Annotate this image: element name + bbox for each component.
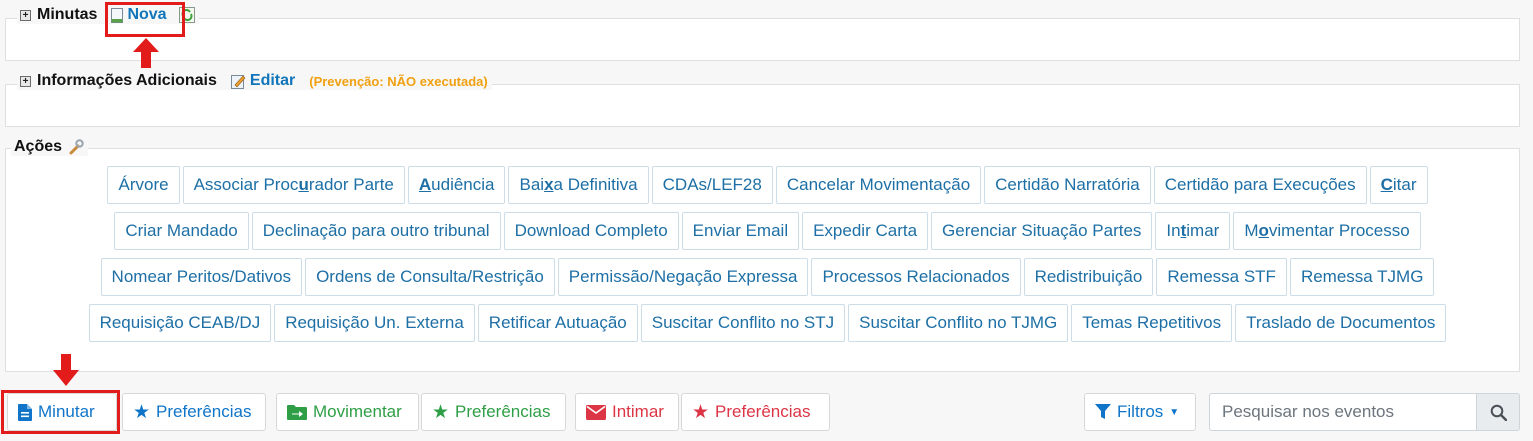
action-button-associar-procurador-parte[interactable]: Associar Proc u rador Parte [182,166,405,204]
wrench-icon[interactable] [68,139,84,155]
acoes-row: Árvore Associar Proc u rador Parte Audiência… [107,166,1428,204]
action-button-cdas-lef28[interactable]: CDAs/LEF28 [651,166,773,204]
acoes-panel: Árvore Associar Proc u rador Parte Audiência… [5,148,1520,372]
folder-arrow-icon [287,405,307,420]
action-button-certidao-para-execucoes[interactable]: Certidão para Execuções [1153,166,1367,204]
action-button-audiencia[interactable]: Audiência [407,166,506,204]
action-button-retificar-autuacao[interactable]: Retificar Autuação [477,304,638,342]
editar-link[interactable]: Editar [230,72,296,90]
file-text-icon [18,403,32,421]
action-button-cancelar-movimentacao[interactable]: Cancelar Movimentação [775,166,982,204]
acoes-row: Criar Mandado Declinação para outro tribu… [114,212,1421,250]
action-button-suscitar-conflito-no-stj[interactable]: Suscitar Conflito no STJ [640,304,846,342]
action-button-certidao-narratoria[interactable]: Certidão Narratória [984,166,1151,204]
acoes-row: Requisição CEAB/DJ Requisição Un. Externa… [88,304,1447,342]
info-legend: + Informações Adicionais Editar (Prevenç… [17,72,492,90]
edit-icon [230,74,246,89]
expand-info-icon[interactable]: + [20,75,31,87]
arrow-down-icon [53,354,79,386]
action-button-declinacao-para-outro-tribunal[interactable]: Declinação para outro tribunal [251,212,501,250]
action-button-permissao-negacao-expressa[interactable]: Permissão/Negação Expressa [557,258,809,296]
minutar-button[interactable]: Minutar [7,393,117,431]
preferences-label: Preferências [455,402,551,421]
action-button-criar-mandado[interactable]: Criar Mandado [114,212,249,250]
prevencao-status: (Prevenção: NÃO executada) [309,73,488,89]
action-button-requisicao-ceab-dj[interactable]: Requisição CEAB/DJ [88,304,272,342]
caret-down-icon: ▼ [1169,406,1180,418]
intimar-label: Intimar [612,402,664,421]
star-icon: ★ [432,401,450,423]
preferences-label: Preferências [156,402,252,421]
star-icon: ★ [133,401,151,423]
search-button[interactable] [1476,393,1520,431]
nova-highlight-box [105,2,185,37]
filter-icon [1095,404,1111,419]
acoes-grid: Árvore Associar Proc u rador Parte Audiência… [11,166,1524,342]
action-button-processos-relacionados[interactable]: Processos Relacionados [811,258,1021,296]
intimar-preferences-button[interactable]: ★ Preferências [681,393,830,431]
minutas-title: Minutas [37,6,98,23]
star-icon: ★ [692,401,710,423]
editar-label: Editar [249,72,296,89]
action-button-remessa-tjmg[interactable]: Remessa TJMG [1289,258,1435,296]
acoes-legend: Ações [11,138,89,156]
minutar-preferences-button[interactable]: ★ Preferências [122,393,266,431]
acoes-title: Ações [14,138,63,155]
info-title: Informações Adicionais [37,72,217,89]
search-events-input[interactable] [1209,393,1477,431]
action-button-gerenciar-situacao-partes[interactable]: Gerenciar Situação Partes [931,212,1153,250]
action-button-ordens-de-consulta-restricao[interactable]: Ordens de Consulta/Restrição [305,258,555,296]
action-button-suscitar-conflito-no-tjmg[interactable]: Suscitar Conflito no TJMG [848,304,1069,342]
action-button-nomear-peritos-dativos[interactable]: Nomear Peritos/Dativos [100,258,303,296]
minutar-label: Minutar [38,402,95,421]
movimentar-button[interactable]: Movimentar [276,393,419,431]
filtros-label: Filtros [1117,402,1164,421]
info-panel [5,84,1520,127]
action-button-temas-repetitivos[interactable]: Temas Repetitivos [1071,304,1233,342]
expand-minutas-icon[interactable]: + [20,9,31,21]
intimar-button[interactable]: Intimar [575,393,679,431]
arrow-up-icon [133,38,159,68]
action-button-baixa-definitiva[interactable]: Bai x a Definitiva [508,166,649,204]
action-button-remessa-stf[interactable]: Remessa STF [1156,258,1287,296]
search-icon [1490,404,1507,421]
minutas-panel [5,18,1520,61]
filtros-dropdown[interactable]: Filtros ▼ [1084,393,1196,431]
envelope-icon [586,404,606,420]
action-button-traslado-de-documentos[interactable]: Traslado de Documentos [1235,304,1447,342]
action-button-redistribuicao[interactable]: Redistribuição [1023,258,1154,296]
action-button-citar[interactable]: Citar [1369,166,1428,204]
acoes-row: Nomear Peritos/Dativos Ordens de Consulta… [100,258,1435,296]
movimentar-preferences-button[interactable]: ★ Preferências [421,393,566,431]
movimentar-label: Movimentar [313,402,402,421]
action-button-movimentar-processo[interactable]: Mo vimentar Processo [1233,212,1421,250]
preferences-label: Preferências [715,402,811,421]
action-button-expedir-carta[interactable]: Expedir Carta [802,212,929,250]
action-button-intimar[interactable]: In t imar [1155,212,1231,250]
action-button-arvore[interactable]: Árvore [107,166,180,204]
action-button-enviar-email[interactable]: Enviar Email [681,212,800,250]
action-button-download-completo[interactable]: Download Completo [503,212,679,250]
action-button-requisicao-un-externa[interactable]: Requisição Un. Externa [274,304,475,342]
